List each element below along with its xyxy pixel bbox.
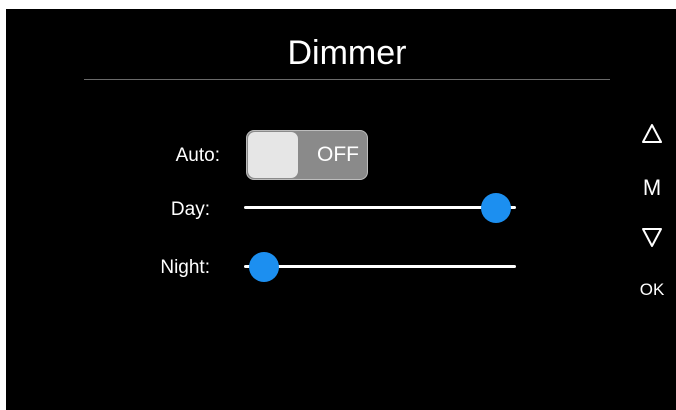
auto-label: Auto: [175,145,220,166]
page-title: Dimmer [287,34,407,72]
night-slider-thumb[interactable] [249,252,279,282]
dimmer-screen: Dimmer Auto: OFF Day: Night: M OK [6,9,676,410]
down-triangle-icon [642,228,662,247]
day-label: Day: [170,199,210,220]
night-label: Night: [160,257,210,278]
mode-button[interactable]: M [634,175,670,201]
day-slider-thumb[interactable] [481,193,511,223]
title-divider [84,79,610,80]
day-slider-track [244,206,516,209]
night-slider[interactable] [244,252,516,282]
day-slider[interactable] [244,193,516,223]
up-triangle-icon [642,124,662,143]
toggle-state-text: OFF [317,143,359,166]
auto-toggle[interactable]: OFF [246,130,368,180]
toggle-knob [248,132,298,178]
ok-button[interactable]: OK [634,280,670,300]
night-slider-track [244,265,516,268]
down-button[interactable] [634,226,670,248]
up-button[interactable] [634,123,670,145]
